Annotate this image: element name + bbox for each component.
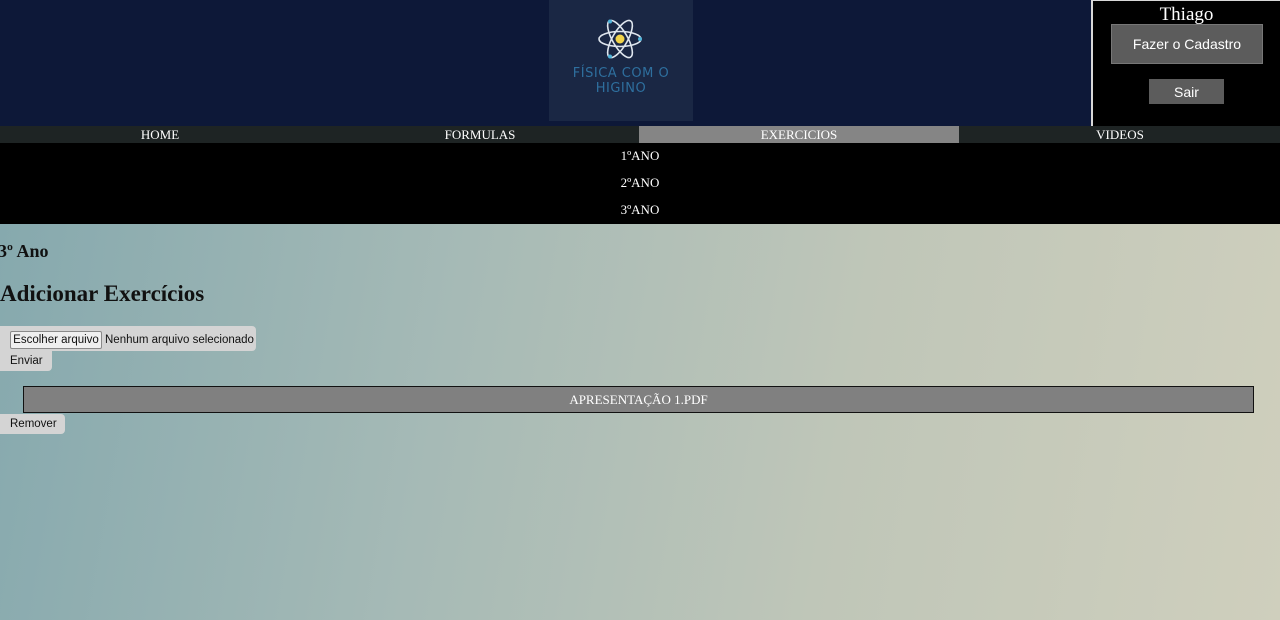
year-heading: 3º Ano: [0, 241, 49, 261]
logo-text: FÍSICA COM O HIGINO: [549, 66, 693, 96]
send-button[interactable]: Enviar: [0, 351, 52, 371]
file-list-item[interactable]: APRESENTAÇÃO 1.PDF: [23, 386, 1254, 413]
site-header: FÍSICA COM O HIGINO Thiago Fazer o Cadas…: [0, 0, 1280, 126]
site-logo[interactable]: FÍSICA COM O HIGINO: [549, 0, 693, 121]
main-nav: HOME FORMULAS EXERCICIOS VIDEOS: [0, 126, 1280, 143]
logo-text-line1: FÍSICA COM O: [572, 66, 670, 81]
atom-icon: [598, 19, 642, 59]
user-name: Thiago: [1159, 4, 1214, 25]
file-upload-field: Escolher arquivo Nenhum arquivo selecion…: [0, 326, 256, 351]
choose-file-button[interactable]: Escolher arquivo: [10, 331, 102, 349]
logout-button[interactable]: Sair: [1149, 79, 1224, 104]
file-status-text: Nenhum arquivo selecionado: [105, 334, 254, 346]
page-title: Adicionar Exercícios: [0, 281, 205, 306]
main-content: 3º Ano Adicionar Exercícios Escolher arq…: [0, 224, 1280, 620]
nav-item-formulas[interactable]: FORMULAS: [320, 126, 640, 143]
nav-item-videos[interactable]: VIDEOS: [960, 126, 1280, 143]
year-submenu: 1ºANO 2ºANO 3ºANO: [0, 143, 1280, 224]
logo-text-line2: HIGINO: [595, 81, 647, 96]
submenu-item-1-ano[interactable]: 1ºANO: [0, 148, 1280, 164]
submenu-item-2-ano[interactable]: 2ºANO: [0, 175, 1280, 191]
register-button[interactable]: Fazer o Cadastro: [1111, 24, 1263, 64]
nav-item-exercicios[interactable]: EXERCICIOS: [639, 126, 959, 143]
remove-button[interactable]: Remover: [0, 414, 65, 434]
submenu-item-3-ano[interactable]: 3ºANO: [0, 202, 1280, 218]
user-panel: Thiago Fazer o Cadastro Sair: [1091, 0, 1280, 126]
nav-item-home[interactable]: HOME: [0, 126, 320, 143]
